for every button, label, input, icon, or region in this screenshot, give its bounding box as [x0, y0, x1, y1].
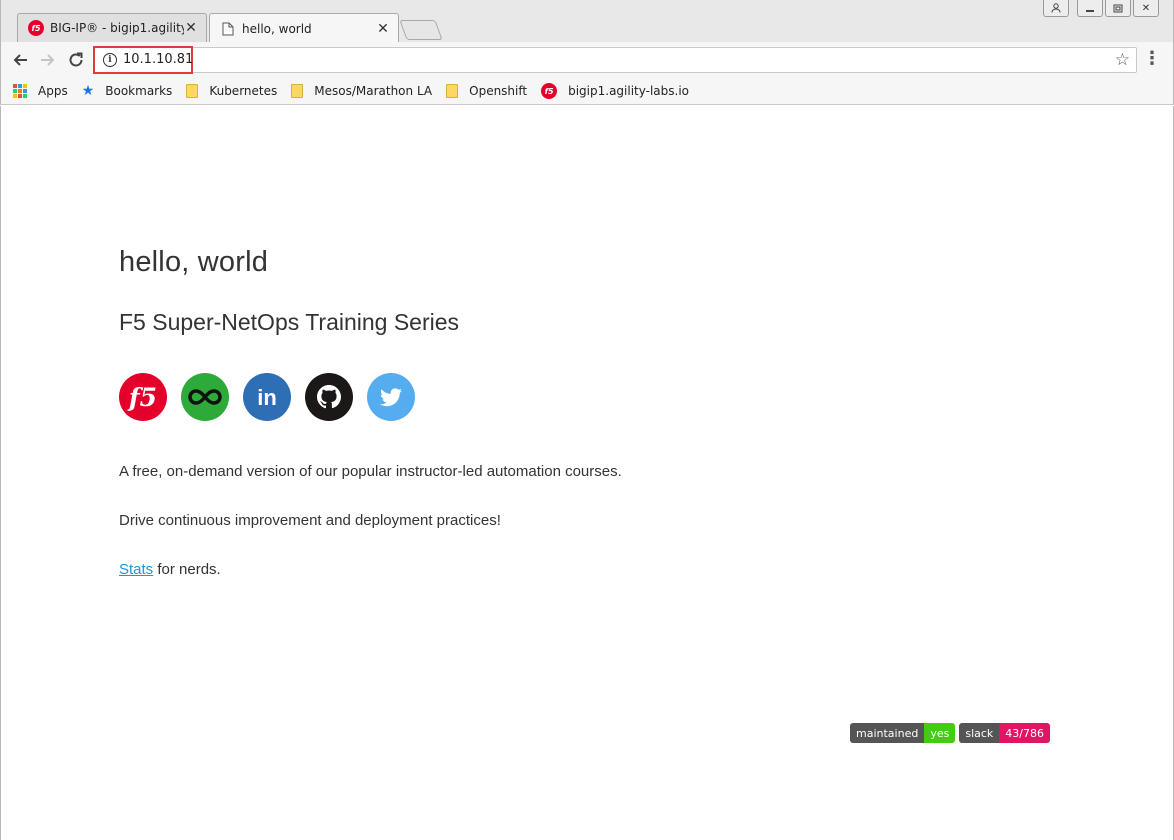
bookmark-label: Kubernetes — [209, 84, 278, 98]
url-text[interactable]: 10.1.10.81 — [123, 52, 193, 67]
slack-badge[interactable]: slack 43/786 — [959, 723, 1050, 743]
forward-arrow-icon[interactable] — [38, 50, 58, 70]
page-viewport: hello, world F5 Super-NetOps Training Se… — [0, 106, 1174, 840]
badge-value: 43/786 — [999, 723, 1050, 743]
page-title: hello, world — [119, 246, 269, 278]
bookmark-bookmarks[interactable]: ★ Bookmarks — [82, 83, 173, 99]
badges: maintained yes slack 43/786 — [850, 723, 1050, 743]
stats-suffix: for nerds. — [153, 561, 221, 578]
stats-link[interactable]: Stats — [119, 561, 153, 578]
close-window-icon[interactable]: ✕ — [1133, 0, 1159, 17]
folder-icon — [446, 84, 459, 98]
star-icon: ★ — [81, 83, 95, 99]
window-controls: ✕ — [1043, 0, 1159, 17]
bookmark-label: Openshift — [469, 84, 528, 98]
maintained-badge[interactable]: maintained yes — [850, 723, 956, 743]
infinity-loop-icon[interactable] — [181, 373, 229, 421]
folder-icon — [291, 84, 304, 98]
svg-text:f5: f5 — [127, 383, 157, 412]
linkedin-icon[interactable]: in — [243, 373, 291, 421]
f5-icon[interactable]: f5 — [119, 373, 167, 421]
social-links: f5 in — [119, 373, 415, 421]
f5-icon: f5 — [28, 20, 44, 36]
tab-title: hello, world — [242, 21, 312, 36]
bookmark-label: Apps — [38, 84, 68, 98]
close-icon[interactable]: ✕ — [376, 21, 390, 37]
folder-icon — [186, 84, 199, 98]
svg-text:in: in — [257, 385, 277, 410]
new-tab-button[interactable] — [399, 20, 443, 40]
tagline-paragraph: Drive continuous improvement and deploym… — [119, 512, 501, 529]
tab-strip: f5 BIG-IP® - bigip1.agility-la ✕ hello, … — [0, 0, 1174, 43]
stats-paragraph: Stats for nerds. — [119, 561, 221, 578]
tab-hello-world[interactable]: hello, world ✕ — [209, 13, 399, 43]
tab-bigip[interactable]: f5 BIG-IP® - bigip1.agility-la ✕ — [17, 13, 207, 42]
f5-icon: f5 — [541, 83, 558, 99]
page-icon — [220, 21, 236, 37]
browser-toolbar: i 10.1.10.81 ☆ ⋮ — [0, 42, 1174, 78]
user-icon[interactable] — [1043, 0, 1069, 17]
restore-icon[interactable] — [1105, 0, 1131, 17]
badge-label: maintained — [850, 723, 925, 743]
bookmark-star-icon[interactable]: ☆ — [1115, 50, 1130, 70]
tab-title: BIG-IP® - bigip1.agility-la — [50, 21, 184, 35]
bookmarks-bar: Apps ★ Bookmarks Kubernetes Mesos/Marath… — [0, 78, 1174, 105]
twitter-icon[interactable] — [367, 373, 415, 421]
bookmark-label: bigip1.agility-labs.io — [568, 84, 690, 98]
info-icon[interactable]: i — [103, 53, 117, 67]
bookmark-label: Bookmarks — [105, 84, 173, 98]
address-bar[interactable]: i 10.1.10.81 ☆ — [93, 46, 1137, 74]
bookmark-label: Mesos/Marathon LA — [314, 84, 433, 98]
close-icon[interactable]: ✕ — [184, 20, 198, 36]
bookmark-openshift[interactable]: Openshift — [446, 84, 527, 98]
minimize-icon[interactable] — [1077, 0, 1103, 17]
apps-grid-icon — [13, 84, 27, 98]
github-icon[interactable] — [305, 373, 353, 421]
bookmark-kubernetes[interactable]: Kubernetes — [186, 84, 277, 98]
bookmark-apps[interactable]: Apps — [13, 84, 68, 98]
badge-label: slack — [959, 723, 1000, 743]
description-paragraph: A free, on-demand version of our popular… — [119, 463, 622, 480]
page-subtitle: F5 Super-NetOps Training Series — [119, 309, 460, 335]
back-arrow-icon[interactable] — [10, 50, 30, 70]
reload-icon[interactable] — [66, 50, 86, 70]
bookmark-bigip[interactable]: f5 bigip1.agility-labs.io — [541, 83, 689, 99]
menu-icon[interactable]: ⋮ — [1143, 50, 1161, 68]
badge-value: yes — [924, 723, 956, 743]
bookmark-mesos[interactable]: Mesos/Marathon LA — [291, 84, 432, 98]
